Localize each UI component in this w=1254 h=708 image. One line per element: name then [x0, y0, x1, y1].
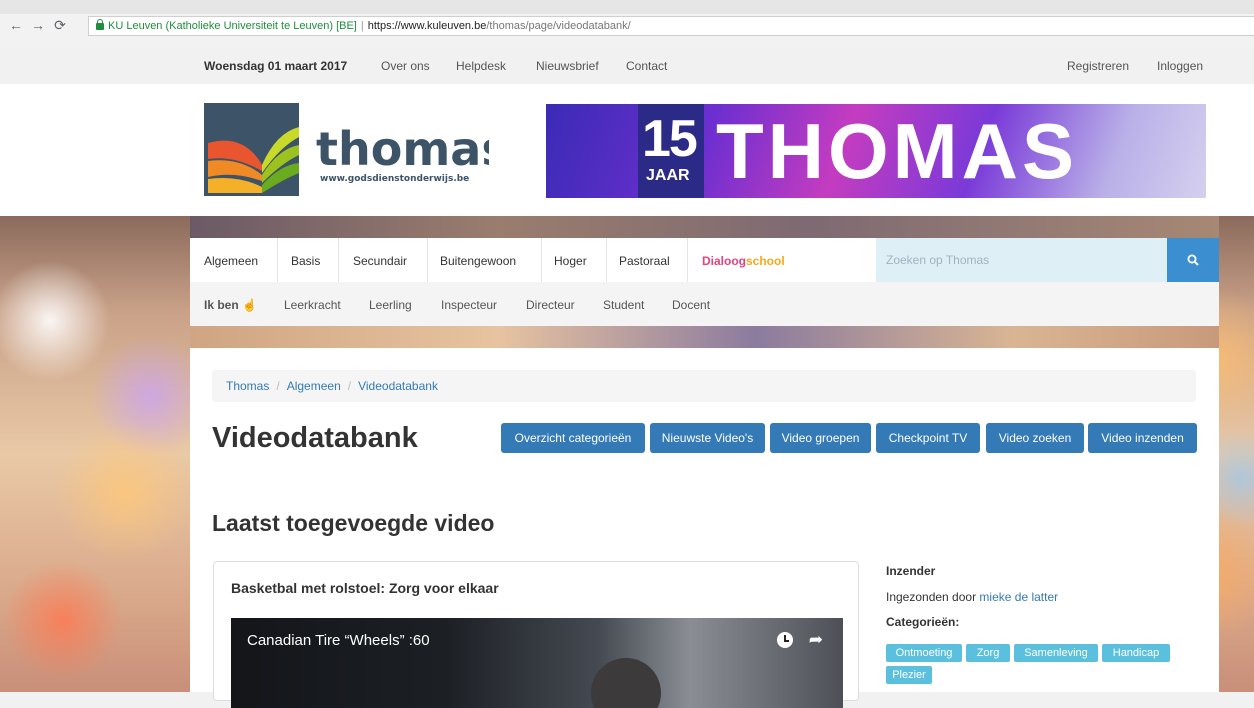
- link-contact[interactable]: Contact: [626, 59, 667, 73]
- back-arrow-icon[interactable]: ←: [8, 17, 24, 33]
- nav-pastoraal[interactable]: Pastoraal: [619, 254, 670, 268]
- breadcrumb-separator: /: [347, 379, 352, 393]
- link-over-ons[interactable]: Over ons: [381, 59, 430, 73]
- submitted-by-prefix: Ingezonden door: [886, 590, 977, 604]
- nav-secundair[interactable]: Secundair: [353, 254, 407, 268]
- tag-ontmoeting[interactable]: Ontmoeting: [886, 644, 962, 662]
- current-date: Woensdag 01 maart 2017: [204, 59, 348, 73]
- categories-label: Categorieën:: [886, 615, 960, 629]
- audience-inspecteur[interactable]: Inspecteur: [441, 298, 497, 312]
- site-identity: KU Leuven (Katholieke Universiteit te Le…: [108, 20, 357, 32]
- breadcrumb-separator: /: [276, 379, 280, 393]
- submitted-by: Ingezonden door mieke de latter: [886, 590, 1058, 604]
- banner-title: THOMAS: [716, 107, 1078, 195]
- browser-tab-strip: [0, 0, 1254, 14]
- video-panel: Basketbal met rolstoel: Zorg voor elkaar…: [213, 561, 859, 708]
- breadcrumb-videodatabank[interactable]: Videodatabank: [358, 379, 438, 393]
- tag-samenleving[interactable]: Samenleving: [1014, 644, 1098, 662]
- nav-divider: [687, 238, 688, 282]
- login-link[interactable]: Inloggen: [1157, 59, 1203, 73]
- nav-divider: [427, 238, 428, 282]
- share-icon[interactable]: ➦: [809, 631, 823, 649]
- anniversary-banner[interactable]: 15 JAAR THOMAS: [546, 104, 1206, 198]
- lock-icon: [96, 19, 104, 30]
- nieuwste-videos-button[interactable]: Nieuwste Video's: [650, 423, 765, 453]
- background-band-top: [190, 216, 1219, 238]
- breadcrumb-algemeen[interactable]: Algemeen: [287, 379, 341, 393]
- video-player[interactable]: Canadian Tire “Wheels” :60 ➦: [231, 618, 843, 708]
- thomas-logo[interactable]: thomas www.godsdienstonderwijs.be: [204, 103, 509, 196]
- audience-directeur[interactable]: Directeur: [526, 298, 575, 312]
- dialoog-part: Dialoog: [702, 254, 746, 268]
- audience-navigation: Ik ben ☝ Leerkracht Leerling Inspecteur …: [190, 282, 1219, 326]
- banner-jaar: JAAR: [646, 167, 690, 184]
- url-host: https://www.kuleuven.be: [367, 20, 487, 32]
- logo-wordmark: thomas: [316, 122, 489, 176]
- video-inzenden-button[interactable]: Video inzenden: [1088, 423, 1197, 453]
- nav-buitengewoon[interactable]: Buitengewoon: [440, 254, 516, 268]
- ik-ben-label: Ik ben ☝: [204, 298, 257, 312]
- author-link[interactable]: mieke de latter: [979, 590, 1058, 604]
- address-bar[interactable]: KU Leuven (Katholieke Universiteit te Le…: [88, 16, 1254, 36]
- nav-divider: [606, 238, 607, 282]
- logo-url: www.godsdienstonderwijs.be: [320, 174, 469, 184]
- reload-icon[interactable]: ⟳: [52, 17, 68, 33]
- nav-divider: [338, 238, 339, 282]
- top-utility-bar: Woensdag 01 maart 2017 Over ons Helpdesk…: [0, 48, 1254, 84]
- breadcrumb-thomas[interactable]: Thomas: [226, 379, 269, 393]
- banner-number: 15: [642, 110, 698, 168]
- audience-leerkracht[interactable]: Leerkracht: [284, 298, 341, 312]
- watch-later-icon[interactable]: [777, 632, 793, 648]
- browser-toolbar: ← → ⟳ KU Leuven (Katholieke Universiteit…: [0, 0, 1254, 48]
- video-caption[interactable]: Canadian Tire “Wheels” :60: [247, 632, 430, 649]
- forward-arrow-icon[interactable]: →: [30, 17, 46, 33]
- tag-handicap[interactable]: Handicap: [1102, 644, 1170, 662]
- register-link[interactable]: Registreren: [1067, 59, 1129, 73]
- link-helpdesk[interactable]: Helpdesk: [456, 59, 506, 73]
- background-band-middle: [190, 326, 1219, 348]
- audience-leerling[interactable]: Leerling: [369, 298, 412, 312]
- video-title[interactable]: Basketbal met rolstoel: Zorg voor elkaar: [231, 580, 499, 596]
- tag-zorg[interactable]: Zorg: [966, 644, 1010, 662]
- inzender-label: Inzender: [886, 564, 936, 578]
- link-nieuwsbrief[interactable]: Nieuwsbrief: [536, 59, 599, 73]
- site-header: thomas www.godsdienstonderwijs.be 15 JAA…: [0, 84, 1254, 216]
- page-title: Videodatabank: [212, 422, 418, 454]
- nav-divider: [277, 238, 278, 282]
- url-separator: |: [360, 20, 364, 32]
- tag-plezier[interactable]: Plezier: [886, 666, 932, 684]
- url-path: /thomas/page/videodatabank/: [486, 20, 631, 32]
- search-button[interactable]: [1167, 238, 1219, 282]
- section-title: Laatst toegevoegde video: [212, 510, 495, 536]
- nav-hoger[interactable]: Hoger: [554, 254, 587, 268]
- school-part: school: [746, 254, 785, 268]
- nav-divider: [541, 238, 542, 282]
- audience-docent[interactable]: Docent: [672, 298, 710, 312]
- checkpoint-tv-button[interactable]: Checkpoint TV: [876, 423, 980, 453]
- nav-basis[interactable]: Basis: [291, 254, 320, 268]
- main-content: Thomas / Algemeen / Videodatabank Videodatab…: [190, 348, 1219, 708]
- audience-student[interactable]: Student: [603, 298, 644, 312]
- breadcrumb: Thomas / Algemeen / Videodatabank: [212, 370, 1196, 402]
- search-icon: [1187, 254, 1199, 266]
- overzicht-categorieen-button[interactable]: Overzicht categorieën: [501, 423, 645, 453]
- video-groepen-button[interactable]: Video groepen: [770, 423, 871, 453]
- video-frame-figure: [591, 658, 661, 708]
- video-zoeken-button[interactable]: Video zoeken: [986, 423, 1084, 453]
- logo-mark-icon: thomas www.godsdienstonderwijs.be: [204, 103, 509, 196]
- nav-algemeen[interactable]: Algemeen: [204, 254, 258, 268]
- nav-dialoogschool[interactable]: Dialoogschool: [702, 254, 785, 268]
- search-input[interactable]: [876, 238, 1167, 282]
